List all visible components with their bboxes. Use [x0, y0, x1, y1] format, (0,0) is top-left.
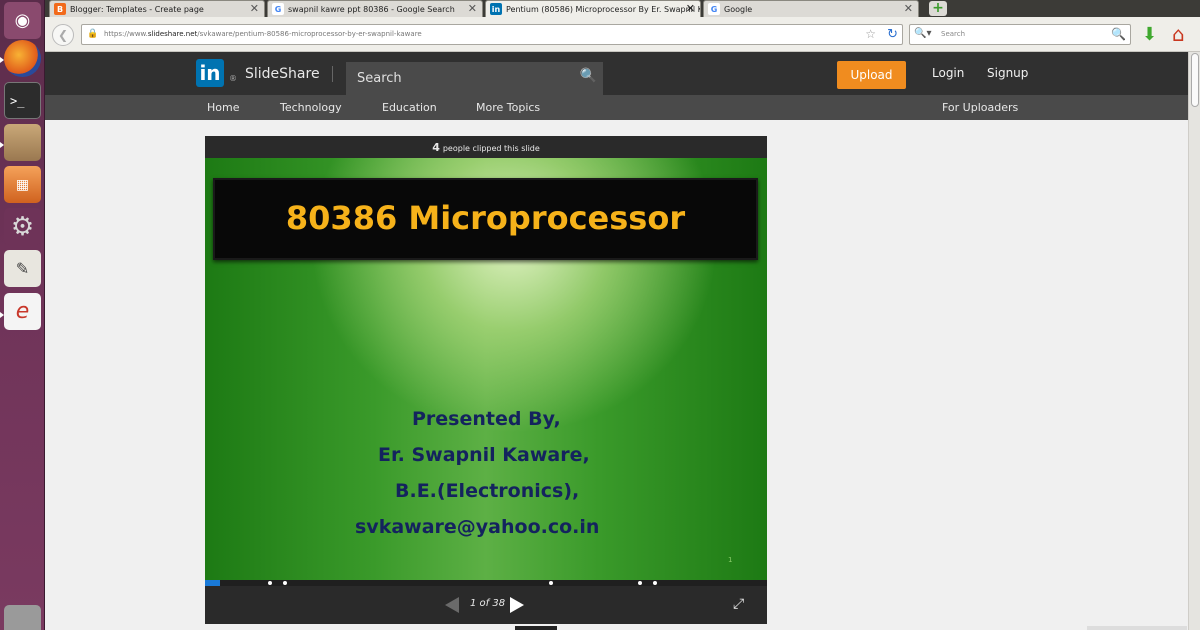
- bookmark-star-icon[interactable]: ☆: [865, 27, 876, 41]
- registered-mark: ®: [229, 74, 237, 83]
- url-text: https://www.slideshare.net/svkaware/pent…: [104, 30, 422, 38]
- search-placeholder: Search: [941, 30, 966, 38]
- google-icon: G: [708, 3, 720, 15]
- tab-title: swapnil kawre ppt 80386 - Google Search: [288, 5, 455, 14]
- close-icon[interactable]: ✕: [250, 2, 259, 15]
- search-input[interactable]: [346, 62, 571, 95]
- player-controls: 1 of 38 ⤢: [205, 586, 767, 624]
- upload-button[interactable]: Upload: [837, 61, 906, 89]
- header-divider: [332, 66, 333, 82]
- linkedin-logo[interactable]: in: [196, 59, 224, 87]
- slide-line: Er. Swapnil Kaware,: [378, 444, 590, 466]
- fullscreen-icon[interactable]: ⤢: [733, 596, 744, 612]
- lock-icon[interactable]: 🔒: [87, 29, 98, 39]
- nav-home[interactable]: Home: [207, 101, 239, 114]
- clip-marker[interactable]: [268, 581, 272, 585]
- slide-line: B.E.(Electronics),: [395, 480, 580, 502]
- bottom-edge-element: [1087, 626, 1187, 630]
- tab-bar: B Blogger: Templates - Create page ✕ G s…: [45, 0, 1200, 17]
- slideshare-search: 🔍: [346, 62, 603, 95]
- blogger-icon: B: [54, 3, 66, 15]
- download-icon[interactable]: ⬇: [1142, 24, 1157, 45]
- nav-more-topics[interactable]: More Topics: [476, 101, 540, 114]
- close-icon[interactable]: ✕: [904, 2, 913, 15]
- login-link[interactable]: Login: [932, 66, 964, 80]
- signup-link[interactable]: Signup: [987, 66, 1028, 80]
- tab-title: Blogger: Templates - Create page: [70, 5, 204, 14]
- trash-icon[interactable]: [4, 605, 41, 630]
- page-scrollbar[interactable]: [1188, 52, 1200, 630]
- nav-for-uploaders[interactable]: For Uploaders: [942, 101, 1018, 114]
- slide-line: Presented By,: [412, 408, 561, 430]
- scrollbar-thumb[interactable]: [1191, 53, 1199, 107]
- slide-title-box: 80386 Microprocessor: [213, 178, 758, 260]
- ubuntu-dash-icon[interactable]: ◉: [4, 2, 41, 39]
- nav-technology[interactable]: Technology: [280, 101, 342, 114]
- next-slide-button[interactable]: [510, 597, 524, 613]
- terminal-icon[interactable]: >_: [4, 82, 41, 119]
- unity-launcher: ◉ >_ ▦ ⚙ ✎ e: [0, 0, 45, 630]
- close-icon[interactable]: ✕: [686, 2, 695, 15]
- slide-image[interactable]: 80386 Microprocessor Presented By, Er. S…: [205, 158, 767, 580]
- category-nav: Home Technology Education More Topics Fo…: [45, 95, 1188, 120]
- presentation-icon[interactable]: ▦: [4, 166, 41, 203]
- tab-title: Google: [724, 5, 753, 14]
- clip-marker[interactable]: [283, 581, 287, 585]
- linkedin-icon: in: [490, 3, 502, 15]
- google-icon: G: [272, 3, 284, 15]
- clip-text: people clipped this slide: [442, 144, 540, 153]
- system-settings-icon[interactable]: ⚙: [4, 208, 41, 245]
- slide-number: 1: [728, 556, 733, 564]
- slideshare-header: in ® SlideShare 🔍 Upload Login Signup: [45, 52, 1188, 95]
- navigation-toolbar: ❮ 🔒 https://www.slideshare.net/svkaware/…: [45, 17, 1200, 52]
- text-editor-icon[interactable]: ✎: [4, 250, 41, 287]
- address-bar[interactable]: 🔒 https://www.slideshare.net/svkaware/pe…: [81, 24, 903, 45]
- search-icon[interactable]: 🔍: [580, 68, 597, 84]
- back-button[interactable]: ❮: [52, 24, 74, 46]
- slide-player: 4 people clipped this slide 80386 Micropr…: [205, 136, 767, 624]
- browser-search-box[interactable]: 🔍▾ Search 🔍: [909, 24, 1131, 45]
- slide-line: svkaware@yahoo.co.in: [355, 516, 600, 538]
- search-go-icon[interactable]: 🔍: [1111, 27, 1126, 41]
- tab-google[interactable]: G Google ✕: [703, 0, 919, 17]
- clip-count: 4: [432, 141, 440, 154]
- bottom-edge-element: [515, 626, 557, 630]
- clip-marker[interactable]: [638, 581, 642, 585]
- slideshare-brand[interactable]: SlideShare: [245, 66, 320, 82]
- clip-info-bar: 4 people clipped this slide: [205, 136, 767, 158]
- clip-marker[interactable]: [549, 581, 553, 585]
- firefox-icon[interactable]: [4, 40, 41, 77]
- close-icon[interactable]: ✕: [468, 2, 477, 15]
- page-indicator: 1 of 38: [470, 598, 506, 609]
- tab-google-search[interactable]: G swapnil kawre ppt 80386 - Google Searc…: [267, 0, 483, 17]
- home-icon[interactable]: ⌂: [1172, 22, 1185, 46]
- nav-education[interactable]: Education: [382, 101, 437, 114]
- slide-title: 80386 Microprocessor: [285, 199, 686, 237]
- clip-marker[interactable]: [653, 581, 657, 585]
- search-engine-icon[interactable]: 🔍▾: [914, 28, 931, 39]
- new-tab-button[interactable]: +: [929, 1, 947, 16]
- tab-title: Pentium (80586) Microprocessor By Er. Sw…: [506, 5, 701, 14]
- document-viewer-icon[interactable]: e: [4, 293, 41, 330]
- previous-slide-button[interactable]: [445, 597, 459, 613]
- tab-slideshare[interactable]: in Pentium (80586) Microprocessor By Er.…: [485, 0, 701, 17]
- reload-icon[interactable]: ↻: [887, 27, 898, 42]
- tab-blogger[interactable]: B Blogger: Templates - Create page ✕: [49, 0, 265, 17]
- file-manager-icon[interactable]: [4, 124, 41, 161]
